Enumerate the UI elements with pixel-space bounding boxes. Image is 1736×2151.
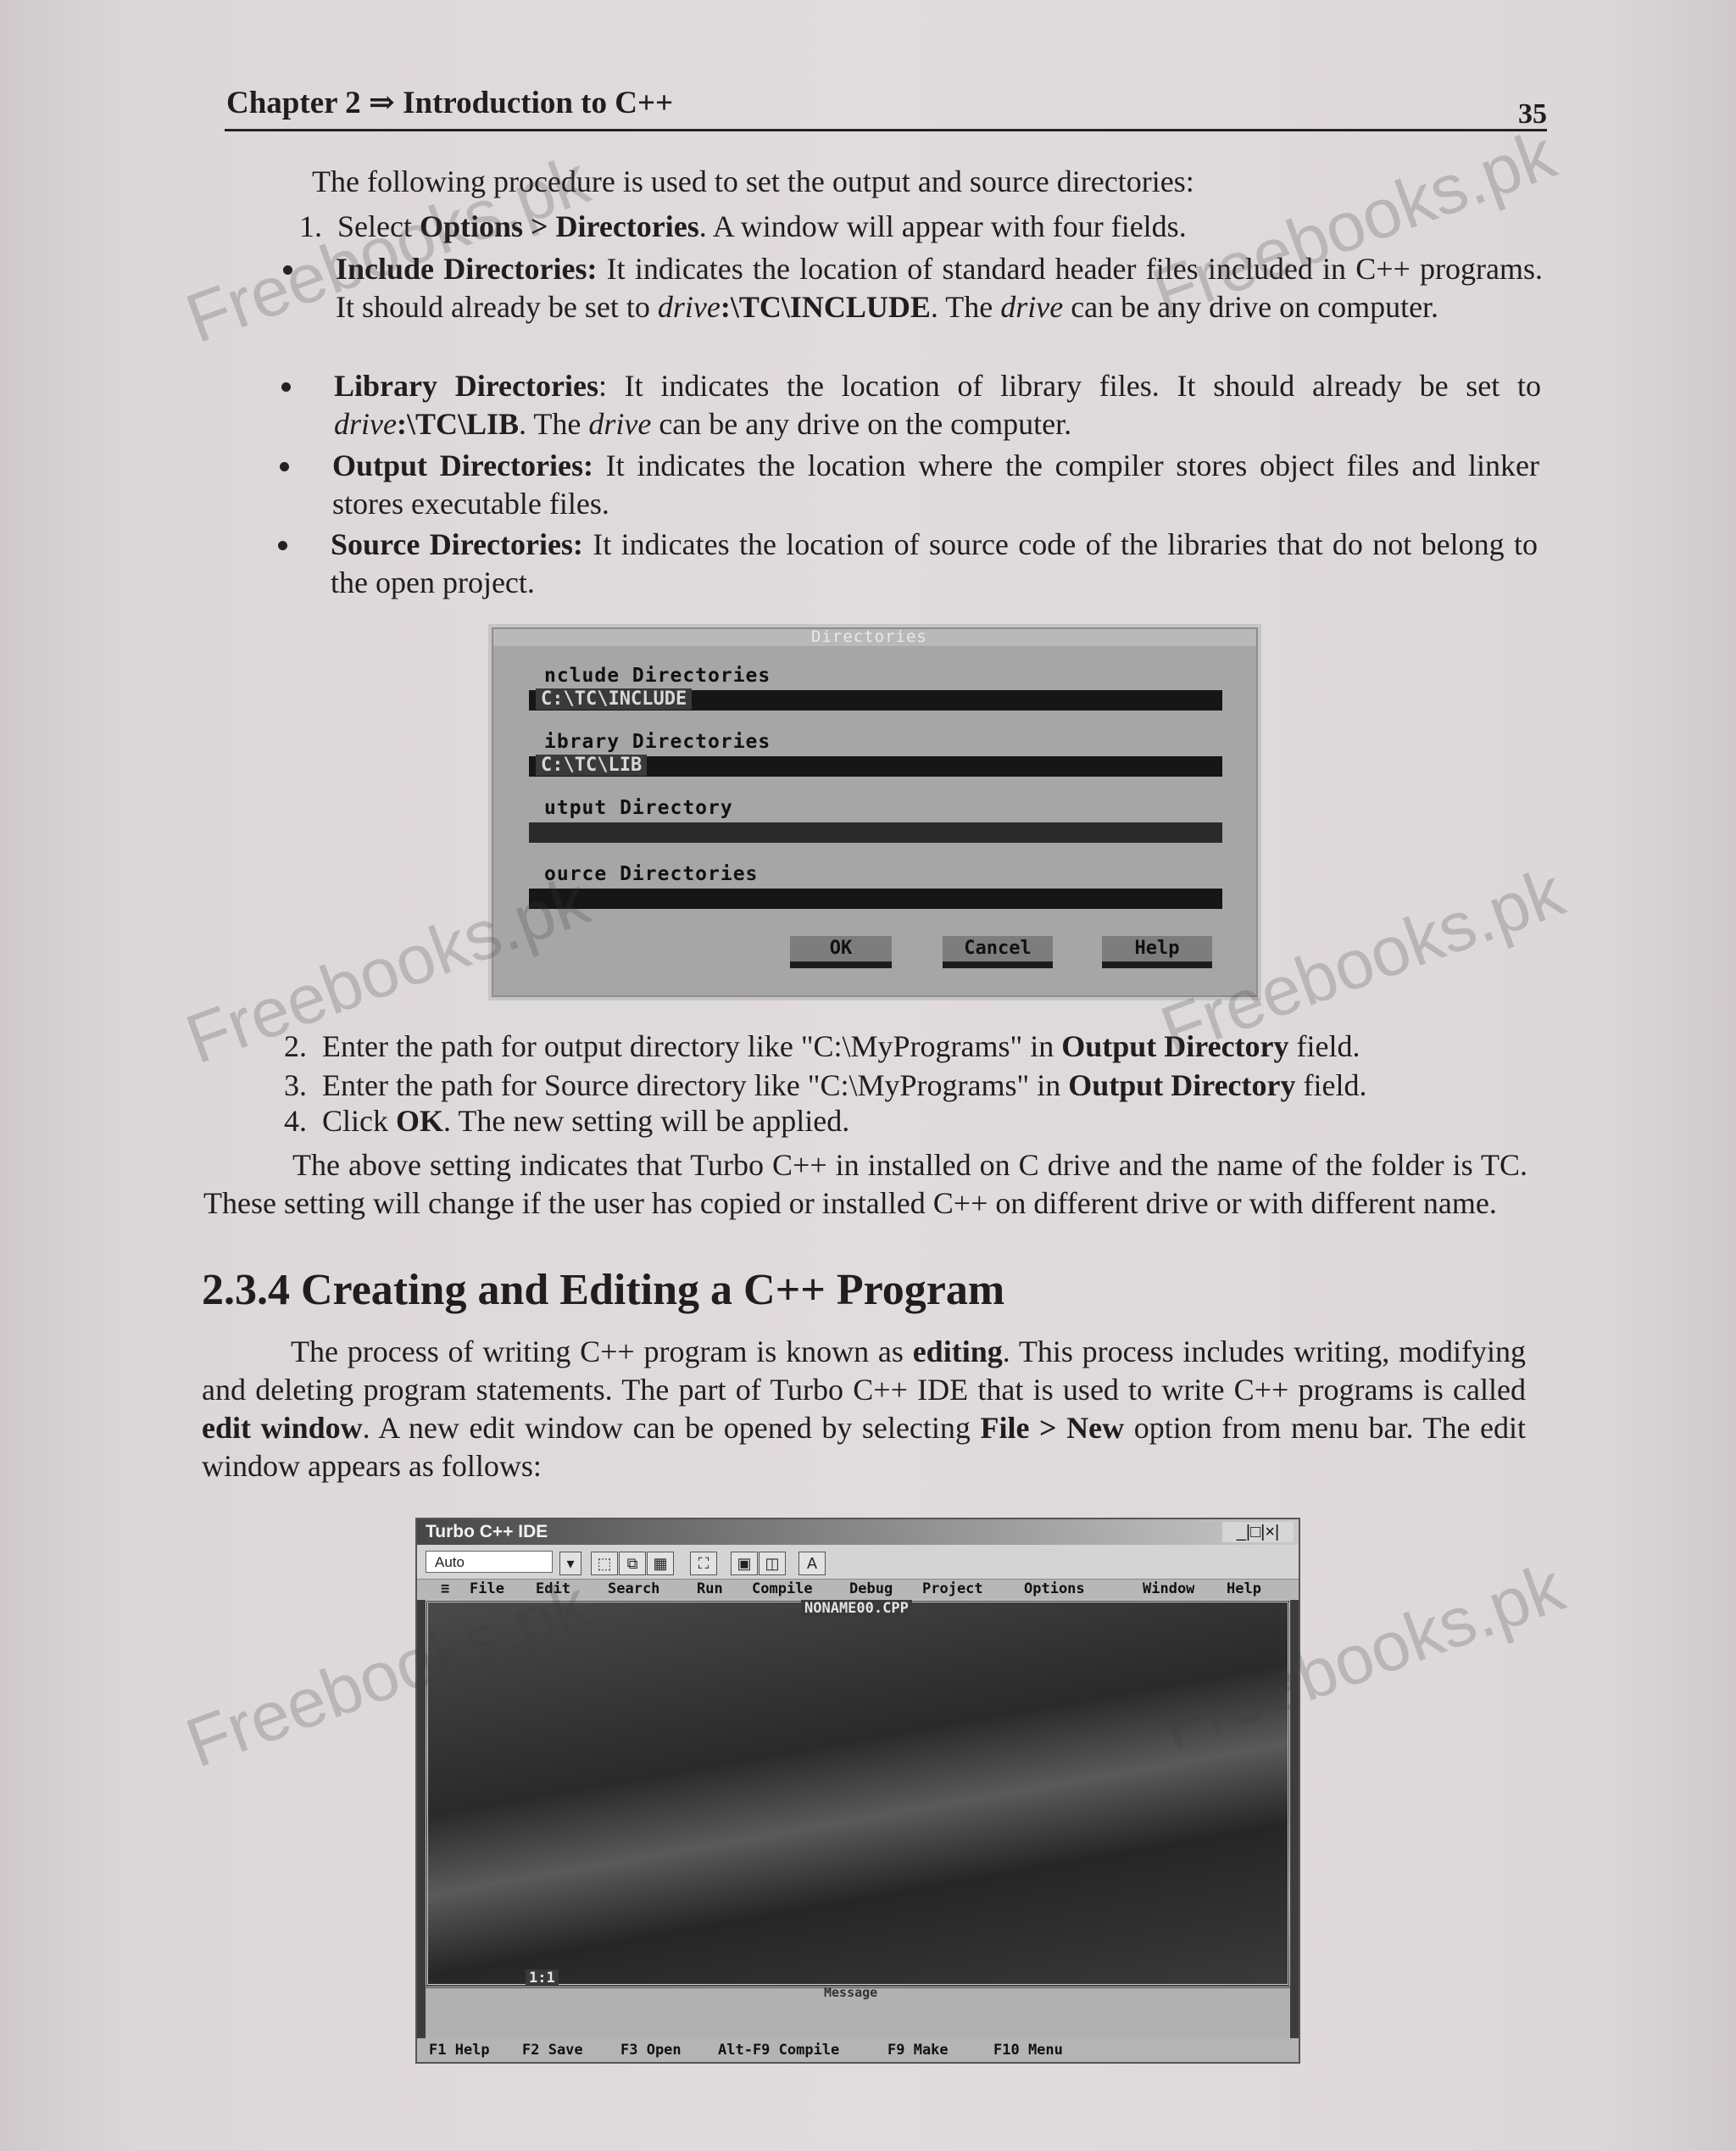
header-rule bbox=[225, 129, 1547, 131]
section-heading: 2.3.4 Creating and Editing a C++ Program bbox=[202, 1266, 1005, 1314]
menu-project[interactable]: Project bbox=[922, 1580, 983, 1597]
dialog-title-bar: Directories bbox=[493, 627, 1256, 646]
include-directories-label: nclude Directories bbox=[544, 665, 771, 687]
status-f10-menu[interactable]: F10 Menu bbox=[993, 2042, 1063, 2059]
step-3: 3. Enter the path for Source directory l… bbox=[284, 1068, 1367, 1102]
bullet-dot bbox=[280, 462, 289, 471]
status-alt-f9-compile[interactable]: Alt-F9 Compile bbox=[718, 2042, 839, 2059]
book-page: Chapter 2 ⇒ Introduction to C++ 35 The f… bbox=[0, 0, 1736, 2151]
bullet-dot bbox=[281, 382, 291, 392]
status-f2-save[interactable]: F2 Save bbox=[522, 2042, 583, 2059]
ok-button[interactable]: OK bbox=[790, 936, 892, 970]
message-window[interactable]: Message bbox=[426, 1985, 1290, 2039]
edit-paragraph: The process of writing C++ program is kn… bbox=[202, 1335, 1527, 1483]
menu-search[interactable]: Search bbox=[608, 1580, 659, 1597]
menu-window[interactable]: Window bbox=[1143, 1580, 1194, 1597]
menu-run[interactable]: Run bbox=[697, 1580, 723, 1597]
status-f3-open[interactable]: F3 Open bbox=[620, 2042, 682, 2059]
chapter-title: Chapter 2 ⇒ Introduction to C++ bbox=[226, 86, 674, 120]
font-icon[interactable]: A bbox=[798, 1552, 826, 1575]
library-directories-input[interactable]: C:\TC\LIB bbox=[529, 755, 1222, 777]
font-size-select[interactable]: Auto bbox=[426, 1551, 553, 1573]
ide-window-title: Turbo C++ IDE bbox=[426, 1522, 548, 1541]
cursor-position: 1:1 bbox=[526, 1970, 559, 1987]
properties-icon[interactable]: ▣ bbox=[731, 1552, 758, 1575]
paste-icon[interactable]: ▦ bbox=[647, 1552, 674, 1575]
bullet-output-directories: Output Directories: It indicates the loc… bbox=[280, 447, 1539, 523]
menu-compile[interactable]: Compile bbox=[752, 1580, 813, 1597]
help-button[interactable]: Help bbox=[1102, 936, 1212, 970]
menu-options[interactable]: Options bbox=[1024, 1580, 1085, 1597]
editor-file-name: NONAME00.CPP bbox=[801, 1600, 912, 1617]
bullet-source-directories: Source Directories: It indicates the loc… bbox=[278, 526, 1538, 602]
output-directory-label: utput Directory bbox=[544, 797, 733, 819]
message-window-title: Message bbox=[824, 1985, 878, 2000]
ide-title-bar: Turbo C++ IDE _|□|×| bbox=[417, 1519, 1299, 1545]
status-f1-help[interactable]: F1 Help bbox=[429, 2042, 490, 2059]
copy-icon[interactable]: ⧉ bbox=[619, 1552, 646, 1575]
bullet-library-directories: Library Directories: It indicates the lo… bbox=[281, 367, 1541, 443]
status-f9-make[interactable]: F9 Make bbox=[887, 2042, 949, 2059]
step-4: 4. Click OK. The new setting will be app… bbox=[284, 1104, 850, 1138]
bullet-dot bbox=[278, 541, 287, 550]
source-directories-input[interactable] bbox=[529, 889, 1222, 909]
menu-system[interactable]: ≡ bbox=[441, 1580, 449, 1597]
include-directories-input[interactable]: C:\TC\INCLUDE bbox=[529, 688, 1222, 710]
window-controls[interactable]: _|□|×| bbox=[1222, 1522, 1294, 1542]
cancel-button[interactable]: Cancel bbox=[943, 936, 1053, 970]
mark-icon[interactable]: ⬚ bbox=[591, 1552, 618, 1575]
background-icon[interactable]: ◫ bbox=[759, 1552, 786, 1575]
edit-window[interactable]: NONAME00.CPP 1:1 bbox=[426, 1600, 1290, 1987]
output-directory-input[interactable] bbox=[529, 822, 1222, 843]
ide-status-bar: F1 Help F2 Save F3 Open Alt-F9 Compile F… bbox=[417, 2038, 1299, 2062]
menu-debug[interactable]: Debug bbox=[849, 1580, 893, 1597]
menu-help[interactable]: Help bbox=[1227, 1580, 1261, 1597]
step-2: 2. Enter the path for output directory l… bbox=[284, 1029, 1360, 1063]
page-header: Chapter 2 ⇒ Introduction to C++ 35 bbox=[225, 78, 1547, 132]
fullscreen-icon[interactable]: ⛶ bbox=[690, 1552, 717, 1575]
setting-paragraph: The above setting indicates that Turbo C… bbox=[203, 1148, 1527, 1220]
directories-dialog: Directories nclude Directories C:\TC\INC… bbox=[492, 627, 1258, 997]
library-directories-label: ibrary Directories bbox=[544, 731, 771, 753]
